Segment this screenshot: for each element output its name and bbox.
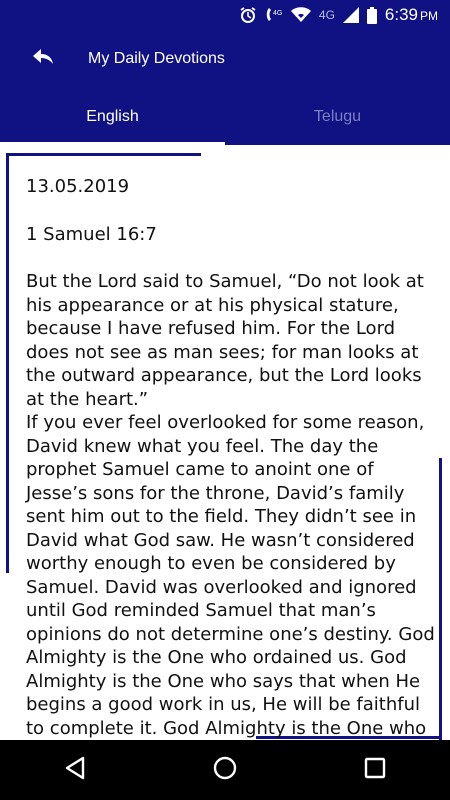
- card-border-right: [439, 458, 442, 740]
- app-bar: My Daily Devotions: [0, 30, 450, 88]
- status-bar: 4G 4G 6:39 PM: [0, 0, 450, 30]
- scripture-verse: But the Lord said to Samuel, “Do not loo…: [26, 271, 424, 410]
- tab-english[interactable]: English: [0, 88, 225, 145]
- nav-back-button[interactable]: [45, 740, 105, 800]
- devotion-date: 13.05.2019: [26, 176, 130, 197]
- alarm-icon: [239, 6, 257, 24]
- volte-icon: 4G: [265, 6, 283, 24]
- nav-recents-button[interactable]: [345, 740, 405, 800]
- scripture-reference: 1 Samuel 16:7: [26, 223, 157, 245]
- tab-telugu[interactable]: Telugu: [225, 88, 450, 145]
- app-title: My Daily Devotions: [88, 50, 225, 67]
- back-arrow-icon: [32, 48, 54, 71]
- status-time: 6:39 PM: [384, 5, 438, 24]
- language-tabs: English Telugu: [0, 88, 450, 145]
- network-type-label: 4G: [318, 8, 335, 22]
- devotion-card: 13.05.2019 1 Samuel 16:7 But the Lord sa…: [6, 153, 442, 740]
- svg-text:4G: 4G: [273, 10, 282, 17]
- devotion-body: If you ever feel overlooked for some rea…: [26, 412, 435, 739]
- tab-telugu-label: Telugu: [313, 107, 362, 125]
- signal-icon: [342, 7, 359, 23]
- card-border-left: [6, 153, 9, 573]
- system-nav-bar: [0, 740, 450, 800]
- tab-english-label: English: [86, 107, 139, 125]
- devotion-text: 13.05.2019 1 Samuel 16:7 But the Lord sa…: [26, 175, 438, 740]
- recents-square-icon: [364, 757, 386, 784]
- back-button[interactable]: [32, 30, 82, 88]
- card-border-top: [6, 153, 201, 156]
- wifi-icon: [290, 7, 311, 23]
- battery-icon: [366, 6, 377, 24]
- home-circle-icon: [213, 756, 237, 785]
- back-triangle-icon: [64, 756, 86, 785]
- content-scroll-area[interactable]: 13.05.2019 1 Samuel 16:7 But the Lord sa…: [0, 145, 450, 740]
- nav-home-button[interactable]: [195, 740, 255, 800]
